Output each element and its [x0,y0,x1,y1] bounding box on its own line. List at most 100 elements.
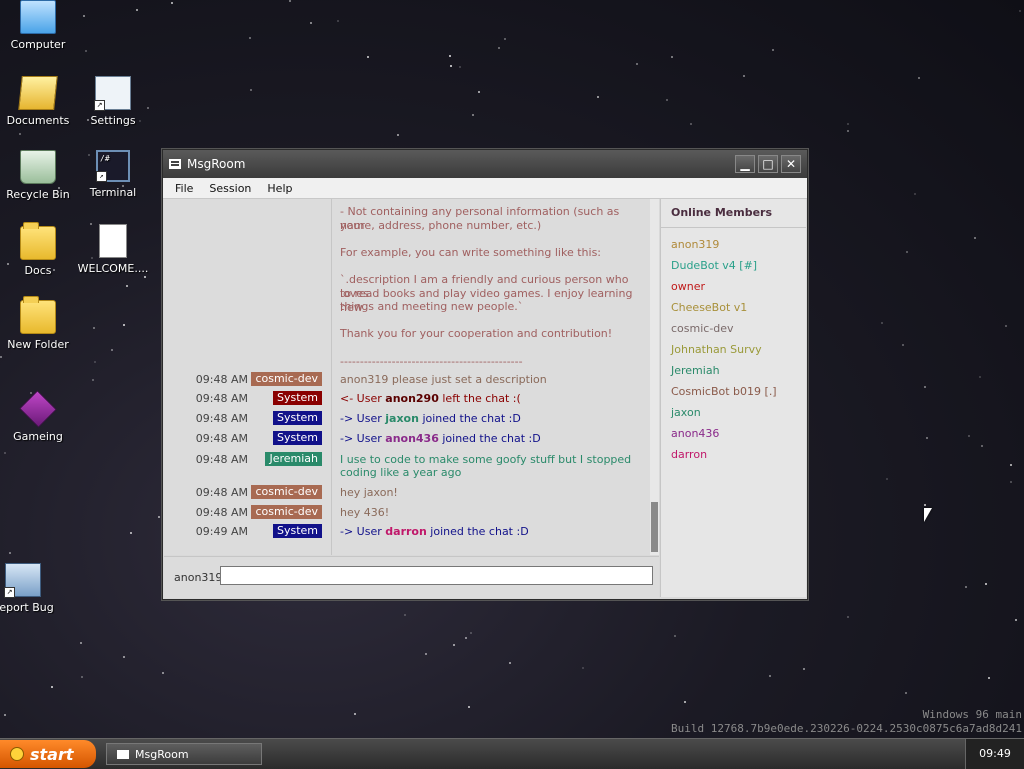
message-suffix: left the chat :( [438,392,521,405]
message-prefix: -> User [340,412,386,425]
chat-icon [169,159,181,169]
watermark-line-2: Build 12768.7b9e0ede.230226-0224.2530c08… [671,722,1022,735]
star-decoration [162,671,165,674]
desktop-icon-computer[interactable]: Computer [0,0,78,51]
star-decoration [126,284,129,287]
star-decoration [846,130,849,133]
desktop-icon-gameing[interactable]: Gameing [0,390,78,443]
message-user-badge[interactable]: System [272,391,322,405]
star-decoration [886,477,889,480]
member-item[interactable]: anon436 [671,423,806,444]
mouse-cursor-icon [924,508,932,522]
message-user-badge[interactable]: System [272,524,322,538]
message-user-badge[interactable]: System [272,431,322,445]
rules-line: name, address, phone number, etc.) [340,218,542,232]
star-decoration [289,0,292,3]
menu-session[interactable]: Session [201,182,259,195]
desktop-icon-terminal[interactable]: /# ↗ Terminal [73,150,153,199]
member-item[interactable]: jaxon [671,402,806,423]
star-decoration [467,705,470,708]
message-text: hey jaxon! [340,486,398,499]
message-input[interactable] [220,566,653,585]
message-text: -> User darron joined the chat :D [340,525,529,538]
message-user-badge[interactable]: Jeremiah [265,452,322,466]
star-decoration [925,437,928,440]
star-decoration [250,89,253,92]
star-decoration [469,631,472,634]
message-input-bar: anon319 [164,556,659,598]
star-decoration [964,585,967,588]
message-time: 09:49 AM [195,525,248,538]
member-item[interactable]: anon319 [671,234,806,255]
message-username[interactable]: jaxon [385,412,419,425]
menu-help[interactable]: Help [259,182,300,195]
desktop-icon-label: Gameing [13,430,63,443]
message-time: 09:48 AM [195,412,248,425]
chat-log[interactable]: - Not containing any personal informatio… [164,199,659,555]
nickname-label[interactable]: anon319 [174,571,222,584]
rules-line: For example, you can write something lik… [340,245,602,259]
message-line: I use to code to make some goofy stuff b… [340,453,632,466]
desktop-icon-settings[interactable]: ↗ Settings [73,76,153,127]
desktop-icon-welcome[interactable]: WELCOME.... [73,224,153,275]
member-item[interactable]: Jeremiah [671,360,806,381]
minimize-button[interactable]: ▁ [735,155,755,173]
message-username[interactable]: anon290 [385,392,439,405]
message-user-badge[interactable]: cosmic-dev [251,505,322,519]
member-item[interactable]: cosmic-dev [671,318,806,339]
star-decoration [80,641,83,644]
desktop-icon-label: Documents [6,114,70,127]
desktop-icon-report-bug[interactable]: ↗ Report Bug [0,563,63,614]
star-decoration [0,355,3,358]
message-user-badge[interactable]: cosmic-dev [251,485,322,499]
desktop-icon-label: Terminal [89,186,137,199]
message-username[interactable]: darron [385,525,427,538]
member-item[interactable]: owner [671,276,806,297]
members-list: anon319 DudeBot v4 [#] owner CheeseBot v1 co… [661,234,806,465]
terminal-icon: /# ↗ [96,150,130,182]
star-decoration [93,326,96,329]
close-button[interactable]: ✕ [781,155,801,173]
start-button[interactable]: start [0,740,96,768]
taskbar-item-msgroom[interactable]: MsgRoom [106,743,262,765]
desktop-icon-new-folder[interactable]: New Folder [0,296,78,351]
desktop-icon-label: Report Bug [0,601,54,614]
star-decoration [144,275,147,278]
message-user-badge[interactable]: cosmic-dev [251,372,322,386]
chat-scrollbar[interactable] [650,199,659,555]
chat-message: 09:48 AM cosmic-dev anon319 please just se… [164,371,650,389]
message-time: 09:48 AM [195,486,248,499]
star-decoration [404,613,407,616]
star-decoration [3,714,6,717]
member-item[interactable]: CheeseBot v1 [671,297,806,318]
build-watermark: Windows 96 main Build 12768.7b9e0ede.230… [671,708,1022,736]
chat-icon [117,749,129,759]
star-decoration [772,48,775,51]
star-decoration [673,634,676,637]
computer-icon [20,0,56,34]
member-item[interactable]: DudeBot v4 [#] [671,255,806,276]
maximize-button[interactable]: □ [758,155,778,173]
message-user-badge[interactable]: System [272,411,322,425]
message-username[interactable]: anon436 [385,432,439,445]
desktop-icon-docs[interactable]: Docs [0,222,78,277]
desktop-icon-documents[interactable]: Documents [0,76,78,127]
chat-scrollbar-thumb[interactable] [651,502,658,552]
star-decoration [1005,325,1008,328]
message-text: <- User anon290 left the chat :( [340,392,521,405]
desktop-icon-recycle-bin[interactable]: Recycle Bin [0,150,78,201]
star-decoration [471,114,474,117]
member-item[interactable]: darron [671,444,806,465]
menu-file[interactable]: File [167,182,201,195]
star-decoration [157,516,160,519]
star-decoration [985,583,988,586]
member-item[interactable]: Johnathan Survy [671,339,806,360]
markdown-file-icon [99,224,127,258]
message-time: 09:48 AM [195,373,248,386]
star-decoration [3,452,6,455]
window-titlebar[interactable]: MsgRoom ▁ □ ✕ [163,150,807,178]
rules-line: things and meeting new people.` [340,300,524,314]
message-suffix: joined the chat :D [438,432,541,445]
member-item[interactable]: CosmicBot b019 [.] [671,381,806,402]
star-decoration [310,21,313,24]
